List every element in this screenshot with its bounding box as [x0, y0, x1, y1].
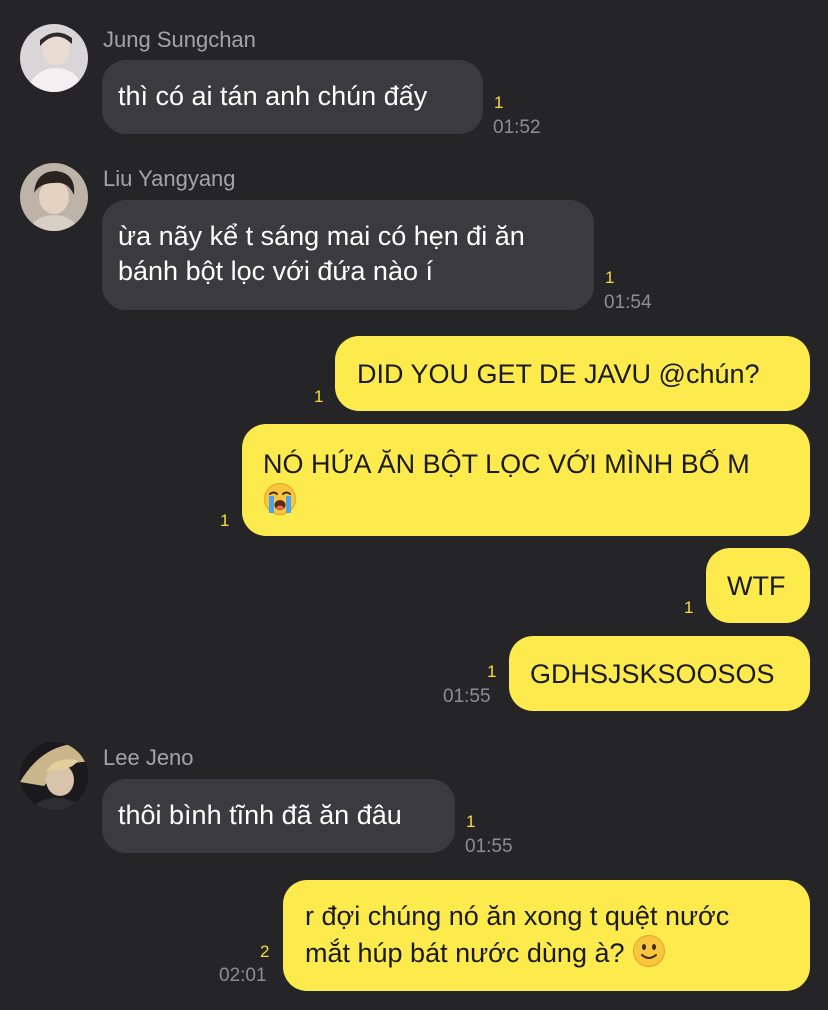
unread-count: 1	[605, 268, 615, 287]
unread-count: 1	[487, 662, 497, 681]
unread-count: 1	[494, 93, 504, 112]
message-bubble-incoming[interactable]: ừa nãy kể t sáng mai có hẹn đi ăn bánh b…	[102, 200, 594, 310]
message-text: WTF	[727, 571, 786, 601]
message-bubble-outgoing[interactable]: GDHSJSKSOOSOS	[509, 636, 810, 711]
message-text-line: r đợi chúng nó ăn xong t quệt nước	[305, 901, 730, 931]
message-bubble-incoming[interactable]: thôi bình tĩnh đã ăn đâu	[102, 779, 455, 853]
user-avatar-icon	[20, 24, 88, 92]
avatar-liu-yangyang[interactable]	[20, 163, 88, 231]
avatar-lee-jeno[interactable]	[20, 742, 88, 810]
slightly-smiling-face-icon	[633, 935, 665, 967]
message-bubble-outgoing[interactable]: DID YOU GET DE JAVU @chún?	[335, 336, 810, 411]
message-bubble-outgoing[interactable]: r đợi chúng nó ăn xong t quệt nước mắt h…	[283, 880, 810, 991]
message-time: 01:52	[493, 117, 541, 138]
unread-count: 1	[220, 511, 230, 530]
message-text-line: bánh bột lọc với đứa nào í	[118, 256, 433, 286]
message-text: thì có ai tán anh chún đấy	[118, 81, 428, 111]
sender-name: Jung Sungchan	[103, 27, 256, 52]
user-avatar-icon	[20, 742, 88, 810]
unread-count: 1	[684, 598, 694, 617]
message-time: 02:01	[219, 965, 267, 986]
message-text-line: ừa nãy kể t sáng mai có hẹn đi ăn	[118, 221, 525, 251]
user-avatar-icon	[20, 163, 88, 231]
message-text: thôi bình tĩnh đã ăn đâu	[118, 800, 402, 830]
message-bubble-outgoing[interactable]: WTF	[706, 548, 810, 623]
message-text: DID YOU GET DE JAVU @chún?	[357, 359, 760, 389]
message-text-line: mắt húp bát nước dùng à?	[305, 938, 632, 968]
unread-count: 1	[466, 812, 476, 831]
message-time: 01:54	[604, 292, 652, 313]
message-time: 01:55	[443, 686, 491, 707]
message-time: 01:55	[465, 836, 513, 857]
unread-count: 1	[314, 387, 324, 406]
message-text-line: NÓ HỨA ĂN BỘT LỌC VỚI MÌNH BỐ M	[263, 449, 750, 479]
sender-name: Liu Yangyang	[103, 166, 236, 191]
message-bubble-incoming[interactable]: thì có ai tán anh chún đấy	[102, 60, 483, 134]
sender-name: Lee Jeno	[103, 745, 194, 770]
message-bubble-outgoing[interactable]: NÓ HỨA ĂN BỘT LỌC VỚI MÌNH BỐ M	[242, 424, 810, 536]
avatar-jung-sungchan[interactable]	[20, 24, 88, 92]
loudly-crying-face-icon	[264, 483, 296, 515]
unread-count: 2	[260, 942, 270, 961]
message-text: GDHSJSKSOOSOS	[530, 659, 775, 689]
